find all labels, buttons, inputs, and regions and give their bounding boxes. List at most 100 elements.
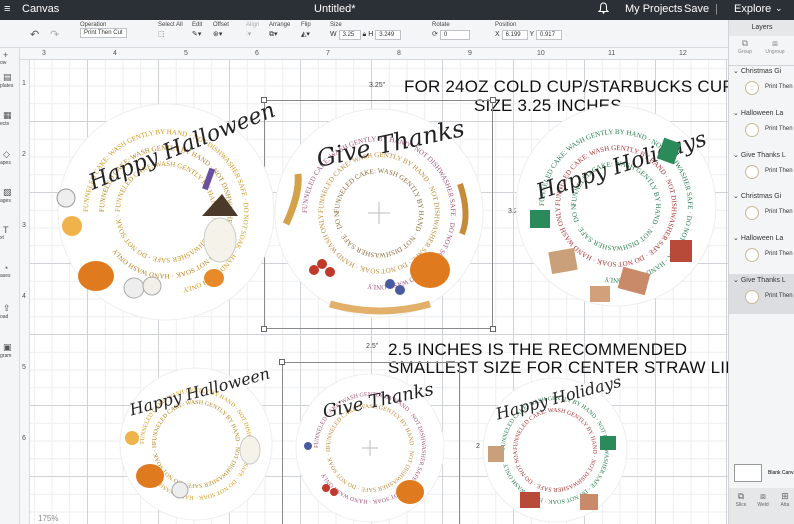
- dimension-top-small: 2.5": [366, 343, 379, 350]
- operation-select[interactable]: Print Then Cut: [80, 28, 127, 38]
- layers-tools: ⧉ Group ⧈ Ungroup: [729, 36, 794, 66]
- arrange-group[interactable]: Arrange ⧉▾: [269, 22, 290, 39]
- sticker-halloween-large[interactable]: FUNNELED CAKE: WASH GENTLY BY HAND · NOT…: [52, 98, 280, 326]
- height-label: H: [368, 31, 374, 38]
- phrases-icon: ◔: [3, 263, 9, 273]
- layer-thumbnail: [745, 248, 759, 262]
- layer-item-selected[interactable]: ⌄ Give Thanks L Print Then: [729, 274, 794, 314]
- blank-canvas-swatch[interactable]: [734, 464, 762, 482]
- chevron-down-icon[interactable]: ⌄: [733, 193, 741, 200]
- layer-item[interactable]: ⌄ Halloween La Print Then: [729, 109, 794, 147]
- weld-icon: ⧈: [760, 491, 766, 501]
- weld-button[interactable]: ⧈ Weld: [753, 491, 773, 508]
- height-input[interactable]: 3.249: [375, 30, 402, 40]
- ungroup-icon: ⧈: [772, 38, 778, 48]
- sidebar-item-monogram[interactable]: ▣ gram: [0, 342, 20, 359]
- edit-group[interactable]: Edit ✎▾: [192, 22, 202, 38]
- attach-button[interactable]: ⊞ Atta: [775, 491, 794, 508]
- sticker-holiday-large[interactable]: FUNNELED CAKE: WASH GENTLY BY HAND · NOT…: [510, 100, 722, 312]
- document-title[interactable]: Untitled*: [314, 3, 356, 15]
- chevron-down-icon[interactable]: ⌄: [733, 110, 741, 117]
- resize-handle[interactable]: [490, 326, 496, 332]
- sidebar-item-templates[interactable]: ▤ plates: [0, 72, 20, 89]
- group-button[interactable]: ⧉ Group: [731, 38, 759, 55]
- plus-icon: +: [3, 50, 9, 60]
- edit-icon[interactable]: ✎▾: [192, 30, 202, 38]
- toolbar: ↶ ↷ Operation Print Then Cut Select All …: [0, 20, 728, 48]
- lock-icon[interactable]: 🔒︎: [363, 31, 367, 38]
- layer-item[interactable]: ⌄ Halloween La Print Then: [729, 234, 794, 272]
- edit-label[interactable]: Edit: [192, 22, 202, 28]
- top-bar: ≡ Canvas Untitled* My Projects Save | Ex…: [0, 0, 794, 20]
- save-button[interactable]: Save: [684, 3, 709, 15]
- size-group: Size W 3.25 🔒︎ H 3.249: [330, 22, 402, 40]
- sticker-thanks-small[interactable]: FUNNELED CAKE: WASH GENTLY BY HAND · NOT…: [290, 366, 450, 524]
- redo-icon[interactable]: ↷: [50, 28, 59, 41]
- width-input[interactable]: 3.25: [338, 30, 361, 40]
- select-all-label[interactable]: Select All: [158, 22, 183, 28]
- my-projects-button[interactable]: My Projects: [625, 3, 682, 15]
- zoom-level[interactable]: 175%: [38, 514, 58, 523]
- slice-icon: ⧉: [737, 491, 745, 501]
- upload-icon: ⇪: [3, 303, 11, 313]
- resize-handle[interactable]: [261, 326, 267, 332]
- layer-item[interactable]: ⌄ Christmas Gi Print Then: [729, 67, 794, 107]
- x-label: X: [495, 31, 500, 38]
- ungroup-button[interactable]: ⧈ Ungroup: [761, 38, 789, 55]
- select-all-icon[interactable]: ⬚: [158, 30, 183, 38]
- layer-item[interactable]: ⌄ Christmas Gi Print Then: [729, 192, 794, 230]
- flip-label[interactable]: Flip: [301, 22, 311, 28]
- images-icon: ▨: [3, 187, 12, 197]
- sticker-halloween-small[interactable]: FUNNELED CAKE: WASH GENTLY BY HAND · NOT…: [116, 358, 276, 524]
- flip-icon[interactable]: ◭▾: [301, 30, 311, 38]
- sticker-thanks-large[interactable]: FUNNELED CAKE: WASH GENTLY BY HAND · NOT…: [270, 104, 488, 322]
- sidebar-item-projects[interactable]: ▦ ects: [0, 110, 20, 127]
- sticker-art: FUNNELED CAKE: WASH GENTLY BY HAND · NOT…: [480, 366, 628, 523]
- arrange-icon[interactable]: ⧉▾: [269, 30, 290, 39]
- blank-canvas-label: Blank Canv: [768, 470, 794, 476]
- position-label: Position: [495, 22, 517, 28]
- y-input[interactable]: 0.917: [535, 30, 562, 40]
- sidebar-item-shapes[interactable]: ◇ apes: [0, 149, 20, 166]
- ruler-top: 3 4 5 6 7 8 9 10 11 12: [20, 48, 728, 60]
- size-label: Size: [330, 22, 342, 28]
- sticker-art: FUNNELED CAKE: WASH GENTLY BY HAND · NOT…: [290, 366, 445, 523]
- explore-button[interactable]: Explore: [734, 3, 771, 15]
- select-all-group[interactable]: Select All ⬚: [158, 22, 183, 38]
- chevron-down-icon[interactable]: ⌄: [733, 68, 741, 75]
- sidebar-item-phrases[interactable]: ◔ ases: [0, 263, 20, 279]
- chevron-down-icon[interactable]: ⌄: [733, 277, 741, 284]
- layer-item[interactable]: ⌄ Give Thanks L Print Then: [729, 151, 794, 189]
- app-label: Canvas: [22, 3, 60, 15]
- offset-label[interactable]: Offset: [213, 22, 229, 28]
- x-input[interactable]: 6.199: [501, 30, 528, 40]
- slice-button[interactable]: ⧉ Slice: [731, 491, 751, 508]
- undo-icon[interactable]: ↶: [30, 28, 39, 41]
- offset-group[interactable]: Offset ⊛▾: [213, 22, 229, 38]
- heading-cold-cup[interactable]: FOR 24OZ COLD CUP/STARBUCKS CUP: [404, 78, 734, 96]
- rotate-icon: ⟳: [432, 31, 438, 38]
- resize-handle[interactable]: [490, 97, 496, 103]
- bell-icon[interactable]: [597, 2, 610, 17]
- align-group[interactable]: Align ⫶▾: [246, 22, 259, 39]
- sidebar-item-new[interactable]: + ow: [0, 50, 20, 66]
- chevron-down-icon[interactable]: ⌄: [733, 235, 741, 242]
- menu-icon[interactable]: ≡: [4, 3, 10, 15]
- chevron-down-icon[interactable]: ⌄: [775, 3, 783, 14]
- align-icon[interactable]: ⫶▾: [246, 30, 259, 39]
- heading-recommended[interactable]: 2.5 INCHES IS THE RECOMMENDED: [388, 341, 687, 359]
- sidebar-item-upload[interactable]: ⇪ oad: [0, 303, 20, 320]
- align-label[interactable]: Align: [246, 22, 259, 28]
- rotate-label: Rotate: [432, 22, 450, 28]
- offset-icon[interactable]: ⊛▾: [213, 30, 229, 38]
- chevron-down-icon[interactable]: ⌄: [733, 152, 741, 159]
- sticker-art: FUNNELED CAKE: WASH GENTLY BY HAND · NOT…: [116, 358, 273, 521]
- arrange-label[interactable]: Arrange: [269, 22, 290, 28]
- sidebar-item-text[interactable]: Txt: [0, 225, 20, 241]
- sidebar-item-images[interactable]: ▨ ages: [0, 187, 20, 204]
- sticker-holiday-small[interactable]: FUNNELED CAKE: WASH GENTLY BY HAND · NOT…: [480, 366, 630, 524]
- rotate-input[interactable]: 0: [439, 30, 470, 40]
- resize-handle[interactable]: [279, 359, 285, 365]
- flip-group[interactable]: Flip ◭▾: [301, 22, 311, 38]
- template-icon: ▤: [3, 72, 12, 82]
